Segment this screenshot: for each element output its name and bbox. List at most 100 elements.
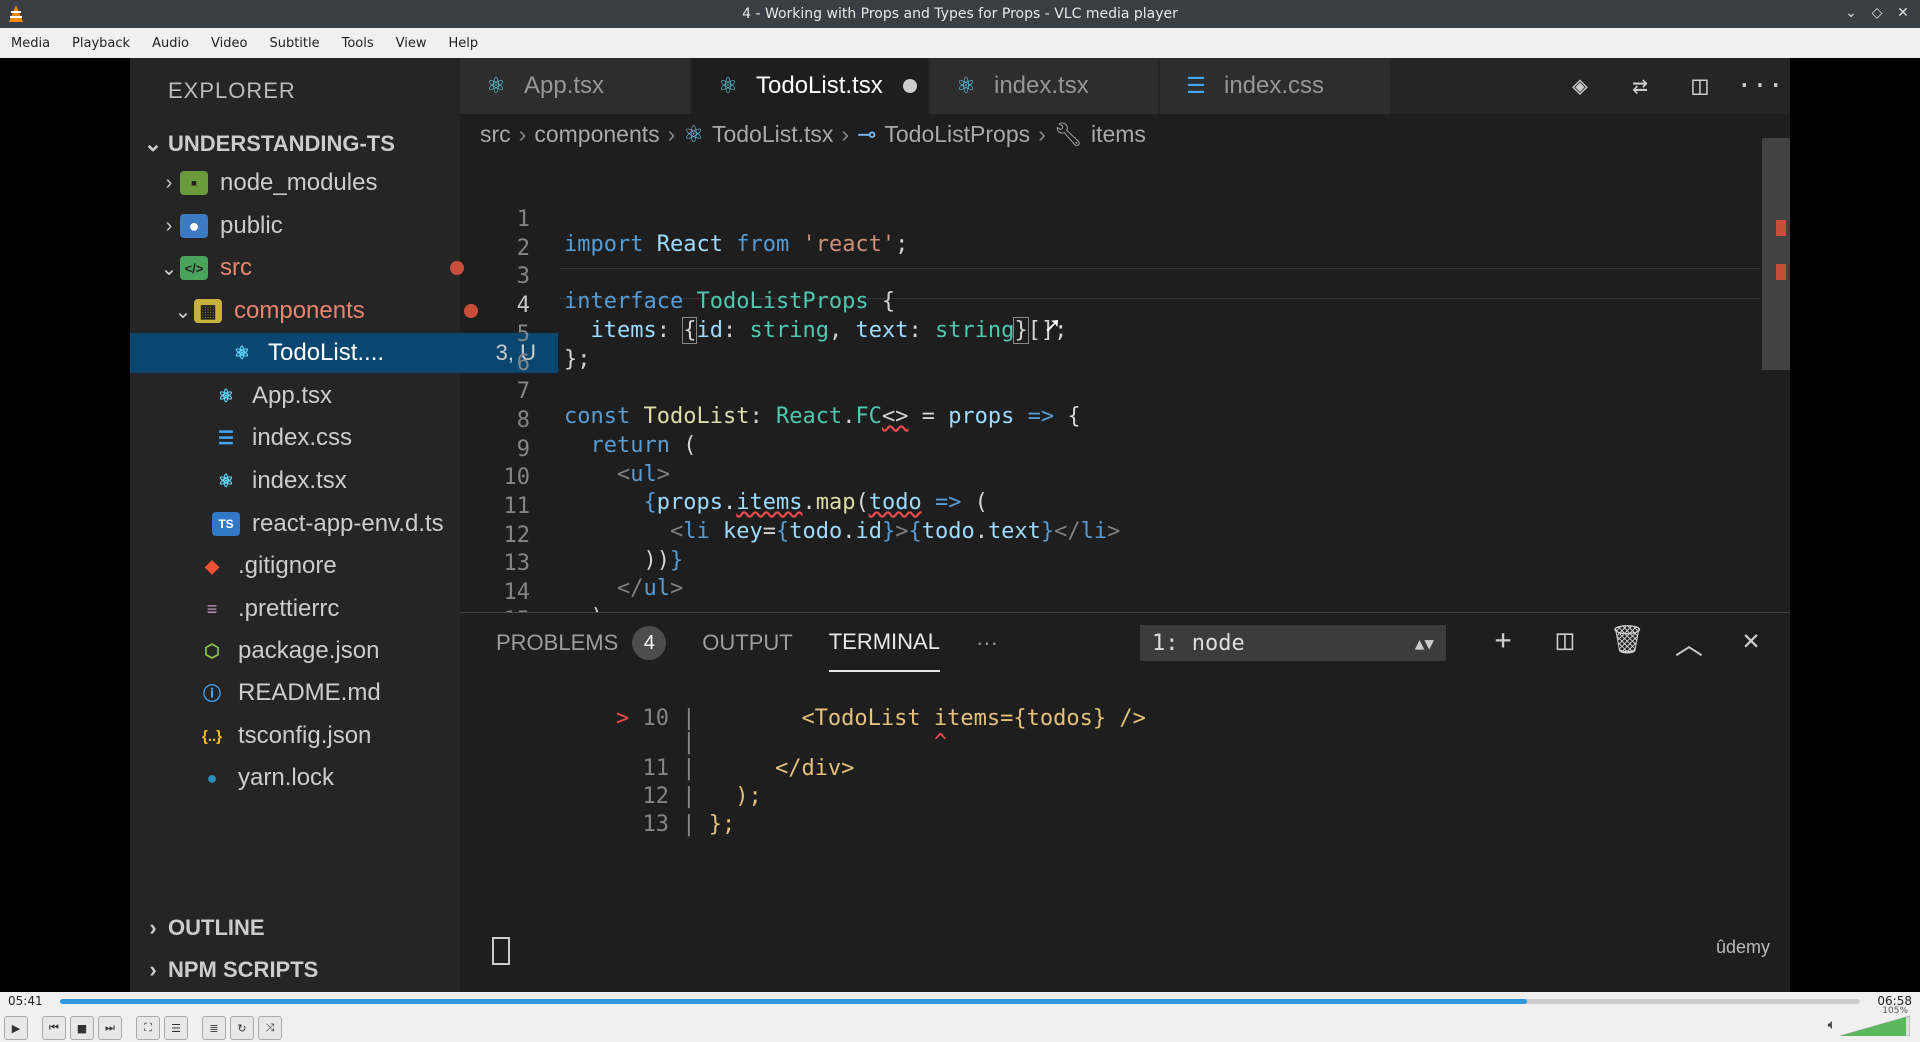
mouse-pointer-icon: ➚ [1045, 312, 1060, 340]
previous-button[interactable]: ⏮ [42, 1016, 66, 1040]
info-icon: ⓘ [203, 684, 221, 704]
volume-label: 105% [1882, 1006, 1908, 1016]
tab-index-tsx[interactable]: ⚛ index.tsx [930, 58, 1158, 114]
chevron-down-icon: ⌄ [143, 131, 163, 156]
tab-app-tsx[interactable]: ⚛ App.tsx [460, 58, 690, 114]
chevron-right-icon: › [165, 214, 173, 237]
tree-item-src[interactable]: ⌄ </> src [130, 248, 488, 288]
chevron-right-icon: › [149, 957, 157, 982]
outline-section[interactable]: › OUTLINE [130, 908, 460, 948]
chevron-right-icon: › [841, 120, 850, 147]
editor-scrollbar[interactable] [1762, 138, 1790, 370]
chevron-right-icon: › [1038, 120, 1046, 147]
volume-control[interactable]: 🔈︎ 105% [1828, 1006, 1910, 1036]
explorer-sidebar: EXPLORER ⌄ UNDERSTANDING-TS › ▪ node_mod… [130, 58, 558, 992]
menu-playback[interactable]: Playback [61, 36, 141, 51]
wrench-icon: 🔧︎ [1053, 120, 1083, 147]
tree-item-public[interactable]: › ● public [130, 206, 488, 246]
elapsed-time: 05:41 [8, 994, 43, 1008]
terminal-cursor [492, 937, 510, 965]
seek-bar[interactable] [60, 999, 1860, 1004]
playlist-button[interactable]: ≣ [202, 1016, 226, 1040]
minimize-icon[interactable]: ⌄ [1842, 4, 1860, 22]
player-controls: 05:41 06:58 ▶ ⏮ ■ ⏭ ⛶ ☰ ≣ ↻ ⤨ 🔈︎ 105% [0, 992, 1920, 1042]
open-changes-icon[interactable]: ⇄ [1610, 71, 1670, 101]
code-line: 11 <li key={todo.id}>{todo.text}</li> [503, 494, 1121, 544]
code-line: 2 [516, 236, 530, 261]
close-panel-icon[interactable]: ✕ [1720, 623, 1782, 663]
menu-bar: Media Playback Audio Video Subtitle Tool… [0, 28, 1920, 59]
stop-button[interactable]: ■ [70, 1016, 94, 1040]
breadcrumb-src[interactable]: src [480, 121, 511, 148]
menu-audio[interactable]: Audio [141, 36, 200, 51]
breadcrumb-file[interactable]: TodoList.tsx [712, 121, 833, 148]
code-line: 3 interface TodoListProps { [516, 264, 896, 314]
code-line: 5 }; [516, 322, 591, 372]
menu-help[interactable]: Help [438, 36, 490, 51]
menu-view[interactable]: View [385, 36, 438, 51]
new-terminal-icon[interactable]: + [1472, 623, 1534, 663]
tab-index-css[interactable]: ☰ index.css [1160, 58, 1390, 114]
split-terminal-icon[interactable]: ◫ [1534, 623, 1596, 663]
menu-media[interactable]: Media [0, 36, 61, 51]
prettier-icon: ≡ [206, 598, 218, 619]
breadcrumb-property[interactable]: items [1091, 121, 1146, 148]
menu-tools[interactable]: Tools [331, 36, 385, 51]
play-button[interactable]: ▶ [4, 1016, 28, 1040]
npm-scripts-section[interactable]: › NPM SCRIPTS [130, 950, 460, 990]
breadcrumb-components[interactable]: components [534, 121, 659, 148]
tab-terminal[interactable]: TERMINAL [828, 614, 940, 672]
code-line: 9 <ul> [516, 437, 670, 487]
tab-problems[interactable]: PROBLEMS 4 [496, 615, 667, 671]
tree-item-node-modules[interactable]: › ▪ node_modules [130, 163, 488, 203]
react-icon: ⚛ [217, 470, 235, 491]
git-icon: ◆ [205, 555, 219, 576]
shuffle-button[interactable]: ⤨ [258, 1016, 282, 1040]
breadcrumb-interface[interactable]: TodoListProps [884, 121, 1030, 148]
chevron-down-icon: ⌄ [160, 257, 178, 280]
tree-item-components[interactable]: ⌄ ▦ components [130, 291, 502, 331]
title-bar: 4 - Working with Props and Types for Pro… [0, 0, 1920, 28]
yarn-icon: ● [206, 767, 218, 788]
chevron-right-icon: › [518, 120, 527, 147]
chevron-down-icon: ⌄ [174, 300, 192, 323]
unsaved-dot-icon[interactable] [902, 79, 917, 93]
more-actions-icon[interactable]: ··· [1730, 71, 1790, 101]
video-area[interactable]: EXPLORER ⌄ UNDERSTANDING-TS › ▪ node_mod… [0, 58, 1920, 992]
folder-node-icon: ▪ [180, 171, 208, 195]
menu-video[interactable]: Video [200, 36, 258, 51]
react-icon: ⚛ [233, 342, 251, 363]
error-marker [1776, 264, 1786, 280]
code-editor[interactable]: 1 import React from 'react'; 2 3 interfa… [460, 158, 1760, 612]
tab-output[interactable]: OUTPUT [702, 615, 792, 671]
terminal-select[interactable]: 1: node ▲▼ [1140, 625, 1446, 661]
extended-settings-button[interactable]: ☰ [164, 1016, 188, 1040]
split-editor-icon[interactable]: ◫ [1670, 71, 1730, 101]
code-line: 14 ); [503, 580, 617, 612]
loop-button[interactable]: ↻ [230, 1016, 254, 1040]
maximize-icon[interactable]: ◇ [1868, 4, 1886, 22]
chevron-right-icon: › [165, 171, 173, 194]
close-icon[interactable]: ✕ [1894, 4, 1912, 22]
folder-public-icon: ● [180, 214, 208, 238]
folder-src-icon: </> [180, 256, 208, 280]
terminal-line: 13 | }; [642, 812, 736, 837]
react-icon: ⚛ [217, 385, 235, 406]
project-folder[interactable]: ⌄ UNDERSTANDING-TS [130, 124, 460, 164]
error-marker [1776, 220, 1786, 236]
code-line: 15 }; [460, 583, 1760, 612]
volume-slider[interactable] [1840, 1014, 1910, 1036]
chevron-right-icon: › [667, 120, 676, 147]
tab-todolist-tsx[interactable]: ⚛ TodoList.tsx [692, 58, 928, 114]
css-icon: ☰ [217, 427, 235, 448]
trash-icon[interactable]: 🗑︎ [1596, 623, 1658, 663]
next-button[interactable]: ⏭ [98, 1016, 122, 1040]
menu-subtitle[interactable]: Subtitle [258, 36, 330, 51]
vscode-window: EXPLORER ⌄ UNDERSTANDING-TS › ▪ node_mod… [130, 58, 1790, 992]
git-compare-icon[interactable]: ◈ [1550, 71, 1610, 101]
fullscreen-button[interactable]: ⛶ [136, 1016, 160, 1040]
more-views-icon[interactable]: ··· [976, 615, 998, 671]
maximize-panel-icon[interactable]: ︿ [1658, 623, 1720, 663]
speaker-icon[interactable]: 🔈︎ [1828, 1017, 1836, 1033]
problems-count-badge: 4 [632, 626, 667, 660]
